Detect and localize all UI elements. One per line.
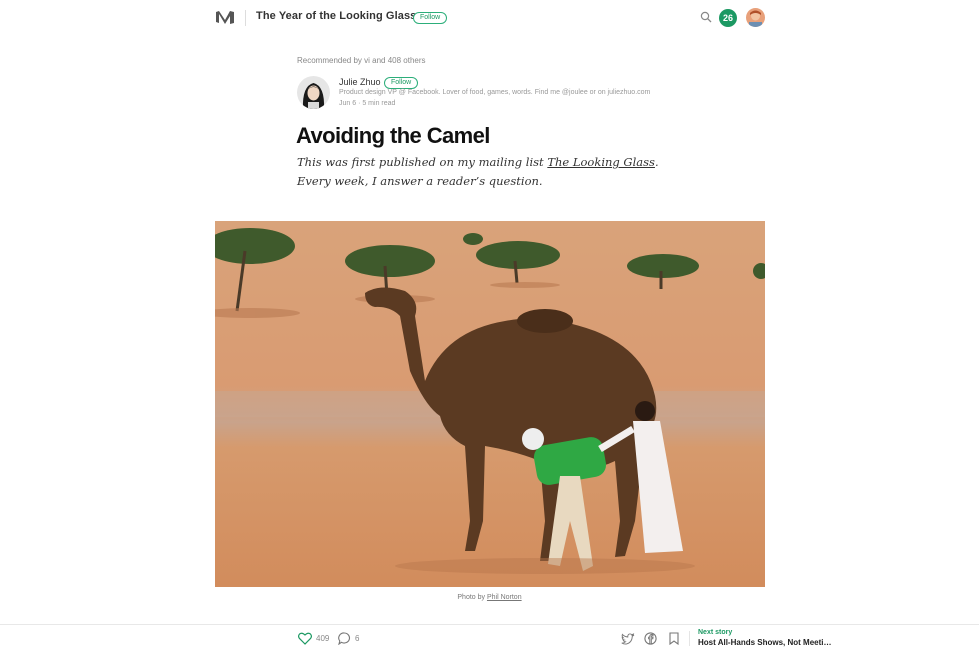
header-divider: [245, 10, 246, 26]
recommended-by-text: Recommended by vi and 408 others: [297, 56, 426, 65]
next-story-title[interactable]: Host All-Hands Shows, Not Meeti…: [698, 638, 832, 647]
twitter-icon[interactable]: [621, 633, 635, 645]
bookmark-icon[interactable]: [669, 632, 679, 645]
mailing-list-link[interactable]: The Looking Glass: [547, 155, 655, 169]
likes-count: 409: [316, 634, 330, 643]
article-intro: This was first published on my mailing l…: [297, 153, 677, 191]
comment-icon[interactable]: [338, 632, 351, 645]
bottom-bar-divider: [689, 631, 690, 646]
bottom-action-bar: 409 6 Next story Host All-Hands Shows, N…: [0, 624, 979, 650]
facebook-icon[interactable]: [644, 632, 657, 645]
notification-badge[interactable]: 26: [719, 9, 737, 27]
search-icon[interactable]: [700, 11, 712, 23]
follow-author-button[interactable]: Follow: [384, 77, 419, 89]
publication-title[interactable]: The Year of the Looking Glass: [256, 10, 416, 22]
comments-count: 6: [355, 634, 360, 643]
medium-logo-icon[interactable]: [215, 9, 235, 25]
article-title: Avoiding the Camel: [296, 123, 490, 148]
intro-text-start: This was first published on my mailing l…: [297, 155, 548, 169]
user-avatar[interactable]: [746, 8, 765, 27]
heart-icon[interactable]: [298, 632, 312, 645]
author-name[interactable]: Julie Zhuo: [339, 77, 381, 87]
photographer-link[interactable]: Phil Norton: [487, 594, 522, 601]
top-navigation-bar: The Year of the Looking Glass Follow 26: [0, 0, 979, 36]
image-caption: Photo by Phil Norton: [0, 594, 979, 601]
author-avatar[interactable]: [297, 76, 330, 109]
author-bio: Product design VP @ Facebook. Lover of f…: [339, 89, 651, 96]
caption-prefix: Photo by: [457, 594, 487, 601]
next-story-label: Next story: [698, 629, 733, 636]
hero-image: [215, 221, 765, 587]
post-meta: Jun 6 · 5 min read: [339, 100, 396, 107]
follow-publication-button[interactable]: Follow: [413, 12, 448, 24]
